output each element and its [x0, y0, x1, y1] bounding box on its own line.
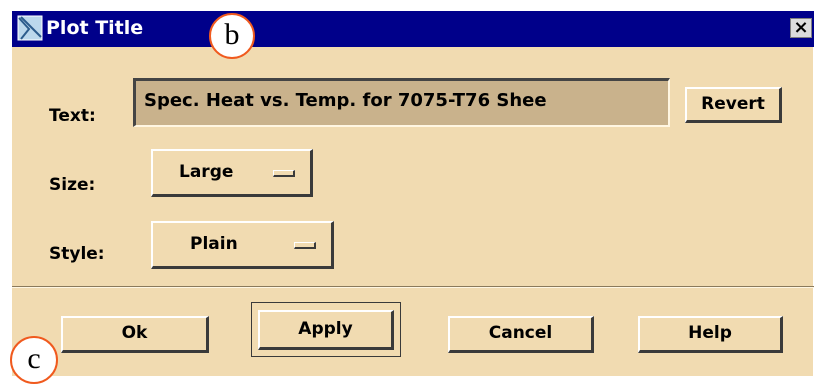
window-title: Plot Title — [46, 17, 144, 39]
help-button[interactable]: Help — [638, 316, 783, 353]
title-text-field[interactable]: Spec. Heat vs. Temp. for 7075-T76 Shee — [133, 78, 670, 127]
style-option-menu[interactable]: Plain — [151, 221, 334, 269]
size-label: Size: — [49, 175, 96, 195]
callout-b: b — [209, 13, 255, 59]
ok-button[interactable]: Ok — [61, 316, 209, 353]
cancel-button[interactable]: Cancel — [448, 316, 594, 353]
option-menu-indicator-icon — [294, 242, 316, 249]
title-bar[interactable]: Plot Title × — [12, 11, 814, 47]
size-option-menu[interactable]: Large — [151, 149, 313, 197]
apply-button-label: Apply — [298, 319, 353, 339]
revert-button-label: Revert — [701, 94, 765, 114]
apply-button[interactable]: Apply — [258, 310, 394, 350]
text-label: Text: — [49, 106, 96, 126]
cancel-button-label: Cancel — [488, 323, 553, 343]
plot-title-dialog: Plot Title × Text: Spec. Heat vs. Temp. … — [11, 10, 814, 376]
plot-icon — [17, 15, 43, 41]
ok-button-label: Ok — [121, 323, 148, 343]
callout-c: c — [10, 336, 58, 384]
option-menu-indicator-icon — [273, 170, 295, 177]
close-icon[interactable]: × — [790, 18, 812, 38]
style-label: Style: — [49, 244, 105, 264]
revert-button[interactable]: Revert — [685, 87, 782, 123]
size-selected-value: Large — [179, 162, 234, 182]
separator — [12, 286, 814, 288]
help-button-label: Help — [688, 323, 732, 343]
style-selected-value: Plain — [190, 234, 238, 254]
